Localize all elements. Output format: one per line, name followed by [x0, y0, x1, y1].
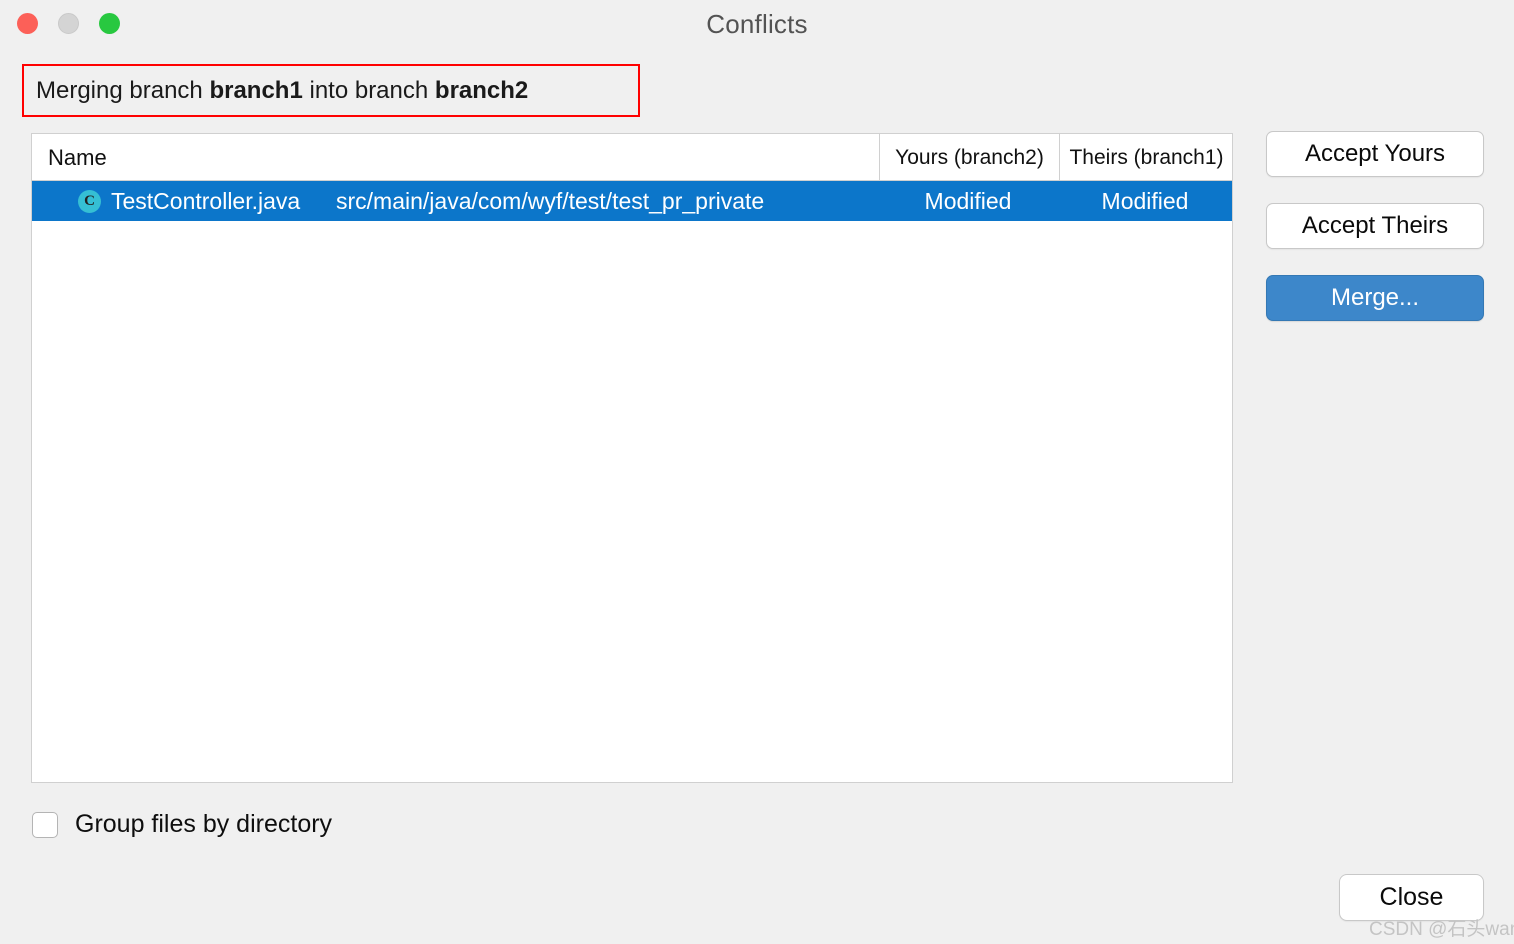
merge-button[interactable]: Merge... [1266, 275, 1484, 321]
file-status-theirs: Modified [1101, 187, 1189, 214]
window-titlebar: Conflicts [0, 0, 1514, 47]
window-title: Conflicts [706, 9, 808, 39]
merge-info-text: Merging branch branch1 into branch branc… [36, 77, 528, 105]
merge-source-branch: branch1 [209, 76, 303, 104]
merge-info-banner: Merging branch branch1 into branch branc… [22, 64, 640, 117]
table-row[interactable]: C TestController.java src/main/java/com/… [32, 181, 1232, 221]
file-list-header: Name Yours (branch2) Theirs (branch1) [32, 134, 1232, 181]
close-button[interactable]: Close [1339, 874, 1484, 921]
merge-target-branch: branch2 [434, 76, 529, 104]
accept-theirs-button[interactable]: Accept Theirs [1266, 203, 1484, 249]
file-path: src/main/java/com/wyf/test/test_pr_priva… [336, 187, 765, 214]
group-files-by-directory-row[interactable]: Group files by directory [32, 810, 332, 839]
conflicts-file-list[interactable]: Name Yours (branch2) Theirs (branch1) C … [31, 133, 1233, 783]
file-status-yours: Modified [924, 187, 1012, 214]
column-header-yours[interactable]: Yours (branch2) [879, 134, 1059, 181]
merge-info-prefix: Merging branch [36, 76, 210, 104]
merge-info-middle: into branch [302, 76, 435, 104]
file-name: TestController.java [111, 187, 301, 214]
group-files-by-directory-checkbox[interactable] [32, 811, 58, 838]
accept-yours-button[interactable]: Accept Yours [1266, 131, 1484, 177]
group-files-by-directory-label: Group files by directory [75, 810, 333, 838]
conflict-actions: Accept Yours Accept Theirs Merge... [1266, 131, 1484, 321]
column-header-theirs[interactable]: Theirs (branch1) [1059, 134, 1233, 181]
column-header-name[interactable]: Name [48, 134, 107, 181]
file-list-body: C TestController.java src/main/java/com/… [32, 181, 1232, 782]
java-class-icon: C [78, 190, 101, 213]
